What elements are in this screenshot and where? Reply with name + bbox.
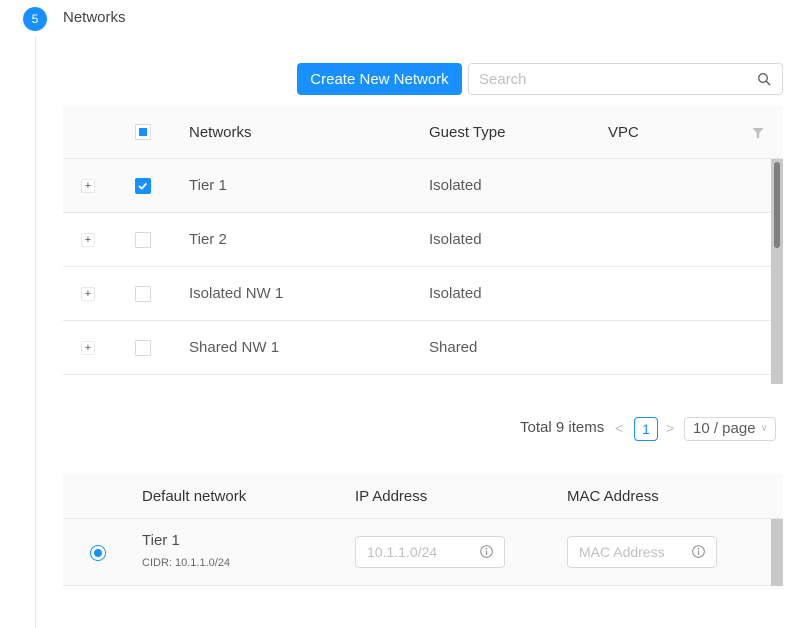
total-items-label: Total 9 items <box>520 419 605 436</box>
table-scrollbar[interactable] <box>771 519 783 586</box>
network-name: Tier 2 <box>189 231 227 248</box>
step-number-badge: 5 <box>23 7 47 31</box>
column-header-ip-address: IP Address <box>355 487 428 505</box>
info-icon[interactable] <box>692 545 705 558</box>
expand-row-button[interactable]: + <box>81 286 95 301</box>
column-header-networks[interactable]: Networks <box>189 106 252 158</box>
select-all-checkbox[interactable] <box>135 124 151 140</box>
step-title: Networks <box>63 9 126 26</box>
table-row: Tier 1 CIDR: 10.1.1.0/24 <box>63 519 771 586</box>
ip-address-field <box>355 536 505 568</box>
network-name: Tier 1 <box>142 532 180 549</box>
row-checkbox[interactable] <box>135 177 151 194</box>
row-checkbox[interactable] <box>135 231 151 248</box>
mac-address-field <box>567 536 717 568</box>
expand-row-button[interactable]: + <box>81 232 95 247</box>
guest-type: Isolated <box>429 285 482 302</box>
ip-address-input[interactable] <box>356 537 488 567</box>
table-row[interactable]: + Tier 1 Isolated <box>63 159 771 213</box>
page-1-button[interactable]: 1 <box>634 417 658 441</box>
create-new-network-button[interactable]: Create New Network <box>297 63 462 95</box>
network-name: Tier 1 <box>189 177 227 194</box>
previous-page-button[interactable]: < <box>615 420 623 436</box>
page-size-select[interactable]: 10 / page ∨ <box>684 417 776 441</box>
filter-icon[interactable] <box>752 127 764 139</box>
networks-table: Networks Guest Type VPC + Tier 1 Isolate… <box>63 106 783 384</box>
guest-type: Isolated <box>429 231 482 248</box>
scrollbar-thumb[interactable] <box>774 162 780 248</box>
expand-row-button[interactable]: + <box>81 178 95 193</box>
default-network-table: Default network IP Address MAC Address T… <box>63 474 783 586</box>
search-box <box>468 63 783 95</box>
search-icon[interactable] <box>757 72 771 86</box>
search-input[interactable] <box>469 64 759 94</box>
network-cidr: CIDR: 10.1.1.0/24 <box>142 557 231 569</box>
chevron-down-icon: ∨ <box>760 423 768 434</box>
table-header: Default network IP Address MAC Address <box>63 474 783 519</box>
info-icon[interactable] <box>480 545 493 558</box>
column-header-vpc[interactable]: VPC <box>608 106 639 158</box>
table-row[interactable]: + Isolated NW 1 Isolated <box>63 267 771 321</box>
default-network-radio[interactable] <box>90 545 106 561</box>
page-size-value: 10 / page <box>693 420 756 437</box>
column-header-guest-type[interactable]: Guest Type <box>429 106 505 158</box>
mac-address-input[interactable] <box>568 537 700 567</box>
row-checkbox[interactable] <box>135 285 151 302</box>
table-header: Networks Guest Type VPC <box>63 106 783 159</box>
network-name: Shared NW 1 <box>189 339 280 356</box>
row-checkbox[interactable] <box>135 339 151 356</box>
column-header-mac-address: MAC Address <box>567 487 659 505</box>
guest-type: Isolated <box>429 177 482 194</box>
table-row[interactable]: + Shared NW 1 Shared <box>63 321 771 375</box>
step-connector-line <box>35 36 36 628</box>
checkmark-icon <box>138 182 148 190</box>
guest-type: Shared <box>429 339 478 356</box>
column-header-default-network: Default network <box>142 487 247 505</box>
next-page-button[interactable]: > <box>666 420 674 436</box>
expand-row-button[interactable]: + <box>81 340 95 355</box>
network-name: Isolated NW 1 <box>189 285 284 302</box>
table-scrollbar[interactable] <box>771 159 783 384</box>
table-row[interactable]: + Tier 2 Isolated <box>63 213 771 267</box>
